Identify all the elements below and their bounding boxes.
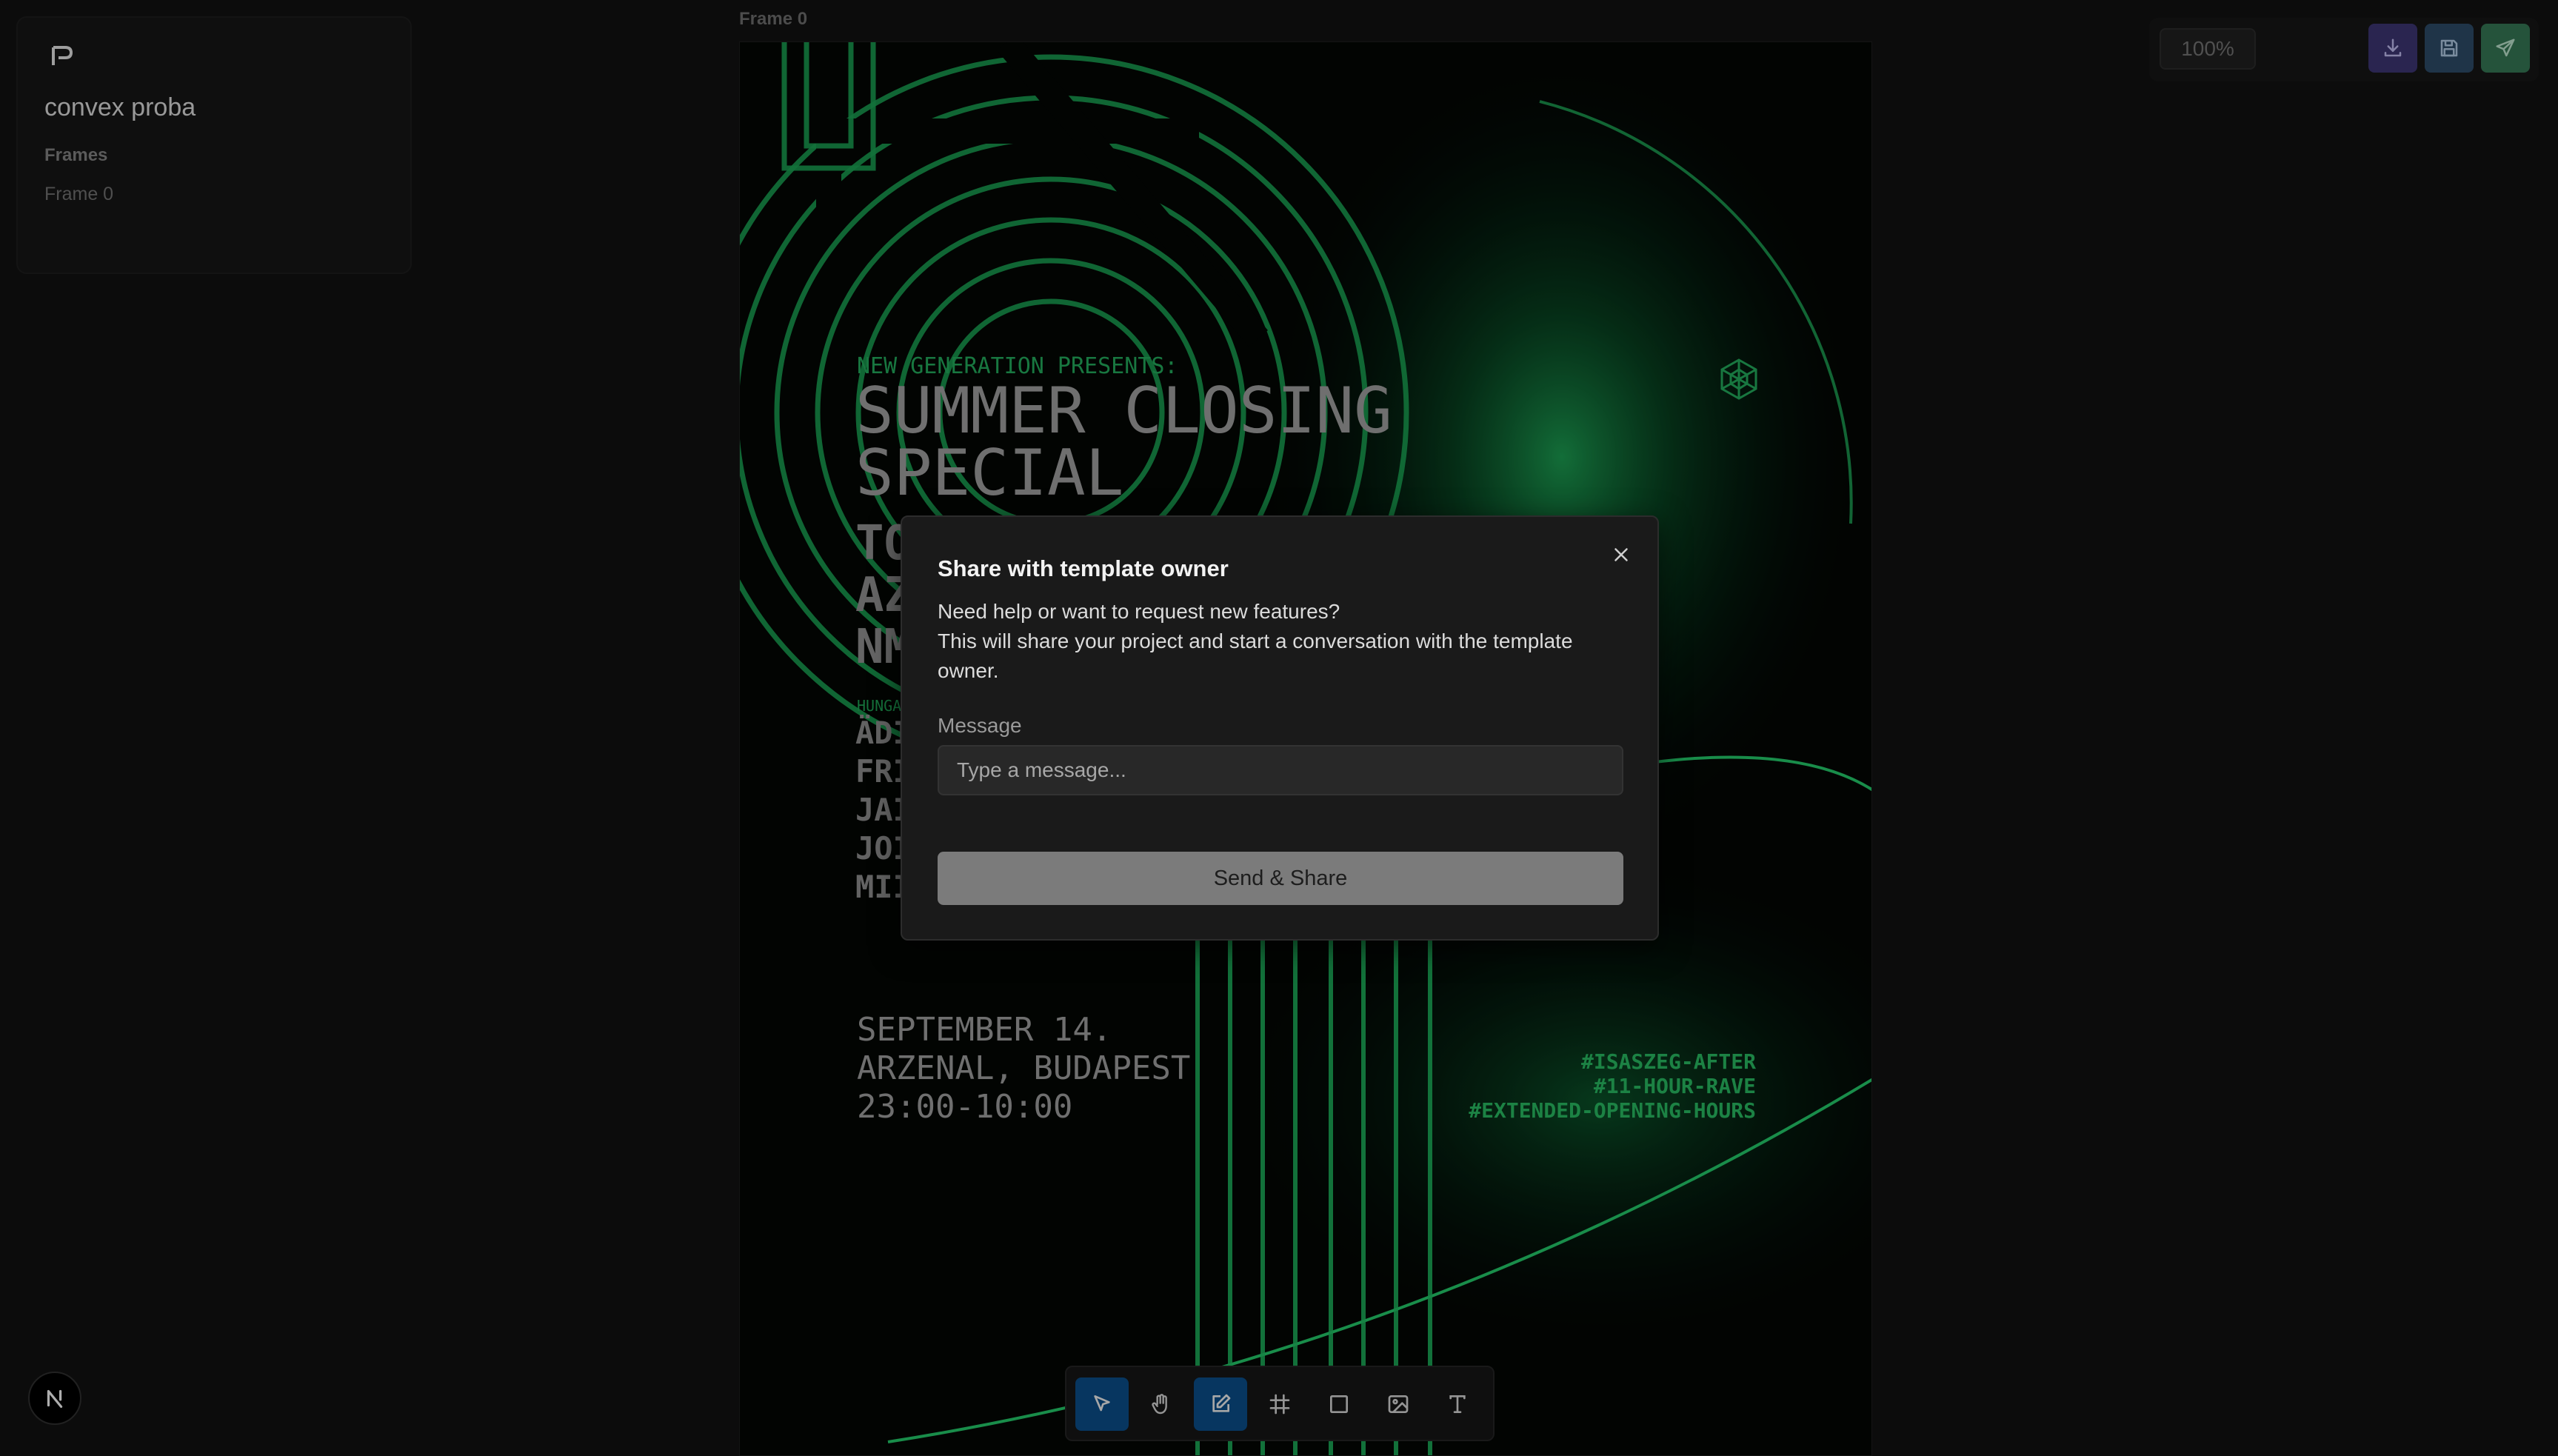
dialog-title: Share with template owner [938, 555, 1229, 581]
dialog-description-line: This will share your project and start a… [938, 630, 1573, 682]
message-input[interactable] [938, 745, 1623, 795]
message-label: Message [938, 714, 1022, 737]
close-icon[interactable] [1610, 544, 1632, 566]
dialog-description-line: Need help or want to request new feature… [938, 600, 1340, 623]
dialog-description: Need help or want to request new feature… [938, 597, 1634, 686]
send-and-share-button[interactable]: Send & Share [938, 852, 1623, 905]
share-dialog: Share with template owner Need help or w… [901, 515, 1659, 941]
